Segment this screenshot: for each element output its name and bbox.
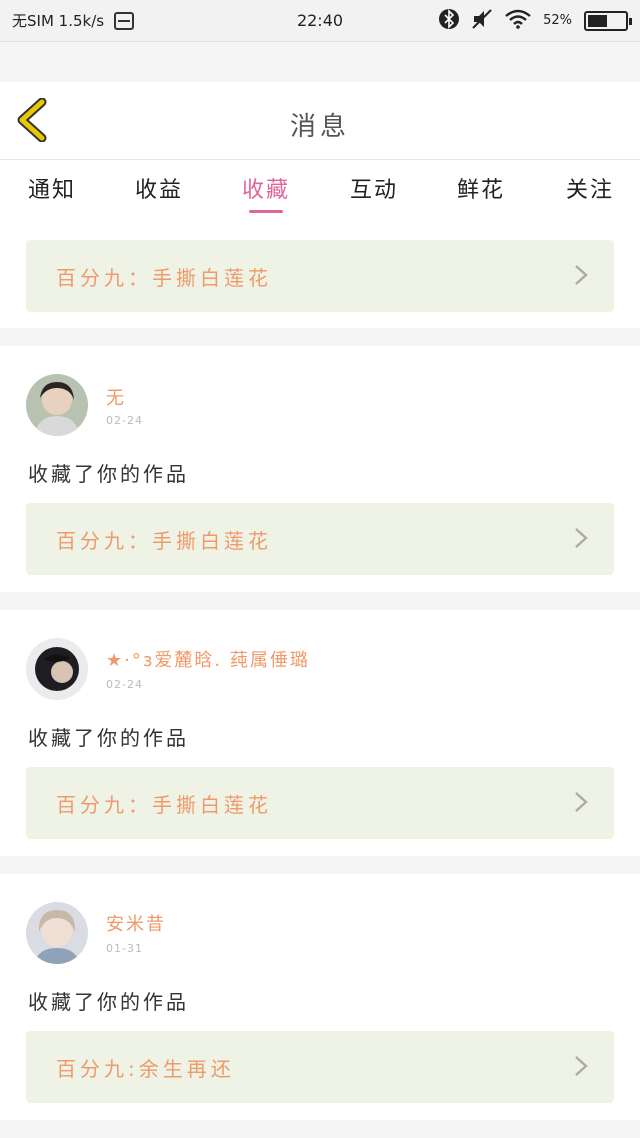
mute-icon (471, 8, 493, 34)
chevron-right-icon (575, 1056, 588, 1076)
battery-icon (584, 10, 632, 31)
work-link[interactable]: 百分九:余生再还 (26, 1031, 614, 1103)
list-item: 无 02-24 收藏了你的作品 百分九：手撕白莲花 (0, 346, 640, 592)
tab-interactions[interactable]: 互动 (334, 172, 414, 204)
battery-percent: 52% (543, 13, 572, 28)
bluetooth-icon (439, 8, 460, 34)
tab-flowers[interactable]: 鲜花 (441, 172, 521, 204)
chevron-right-icon (575, 265, 588, 285)
wifi-icon (505, 9, 531, 33)
work-title: 百分九:余生再还 (56, 1056, 235, 1081)
username[interactable]: 安米昔 (106, 910, 166, 936)
timestamp: 02-24 (106, 414, 143, 427)
work-title: 百分九：手撕白莲花 (56, 528, 272, 553)
list-item: ★·°з爱麓晗. 莼属倕璐 02-24 收藏了你的作品 百分九：手撕白莲花 (0, 610, 640, 856)
tab-earnings[interactable]: 收益 (119, 172, 199, 204)
tab-favorites[interactable]: 收藏 (226, 172, 306, 204)
tab-notifications[interactable]: 通知 (12, 172, 92, 204)
username[interactable]: ★·°з爱麓晗. 莼属倕璐 (106, 646, 310, 672)
active-tab-indicator (249, 210, 283, 213)
work-link[interactable]: 百分九：手撕白莲花 (26, 240, 614, 312)
carrier-text: 无SIM 1.5k/s (12, 12, 105, 30)
chevron-right-icon (575, 792, 588, 812)
work-link[interactable]: 百分九：手撕白莲花 (26, 503, 614, 575)
list-item: 安米昔 01-31 收藏了你的作品 百分九:余生再还 (0, 874, 640, 1120)
avatar[interactable] (26, 902, 88, 964)
action-text: 收藏了你的作品 (28, 726, 189, 750)
chevron-right-icon (575, 528, 588, 548)
tab-follow[interactable]: 关注 (550, 172, 630, 204)
status-bar: 无SIM 1.5k/s 22:40 52% (0, 0, 640, 42)
username[interactable]: 无 (106, 384, 126, 410)
avatar[interactable] (26, 374, 88, 436)
tab-bar: 通知 收益 收藏 互动 鲜花 关注 (0, 160, 640, 222)
timestamp: 01-31 (106, 942, 143, 955)
list-item: 百分九：手撕白莲花 (0, 222, 640, 328)
header: 消息 (0, 82, 640, 160)
work-title: 百分九：手撕白莲花 (56, 792, 272, 817)
database-icon (114, 11, 135, 30)
action-text: 收藏了你的作品 (28, 462, 189, 486)
page-title: 消息 (289, 112, 350, 142)
work-link[interactable]: 百分九：手撕白莲花 (26, 767, 614, 839)
action-text: 收藏了你的作品 (28, 990, 189, 1014)
work-title: 百分九：手撕白莲花 (56, 265, 272, 290)
avatar[interactable] (26, 638, 88, 700)
timestamp: 02-24 (106, 678, 143, 691)
